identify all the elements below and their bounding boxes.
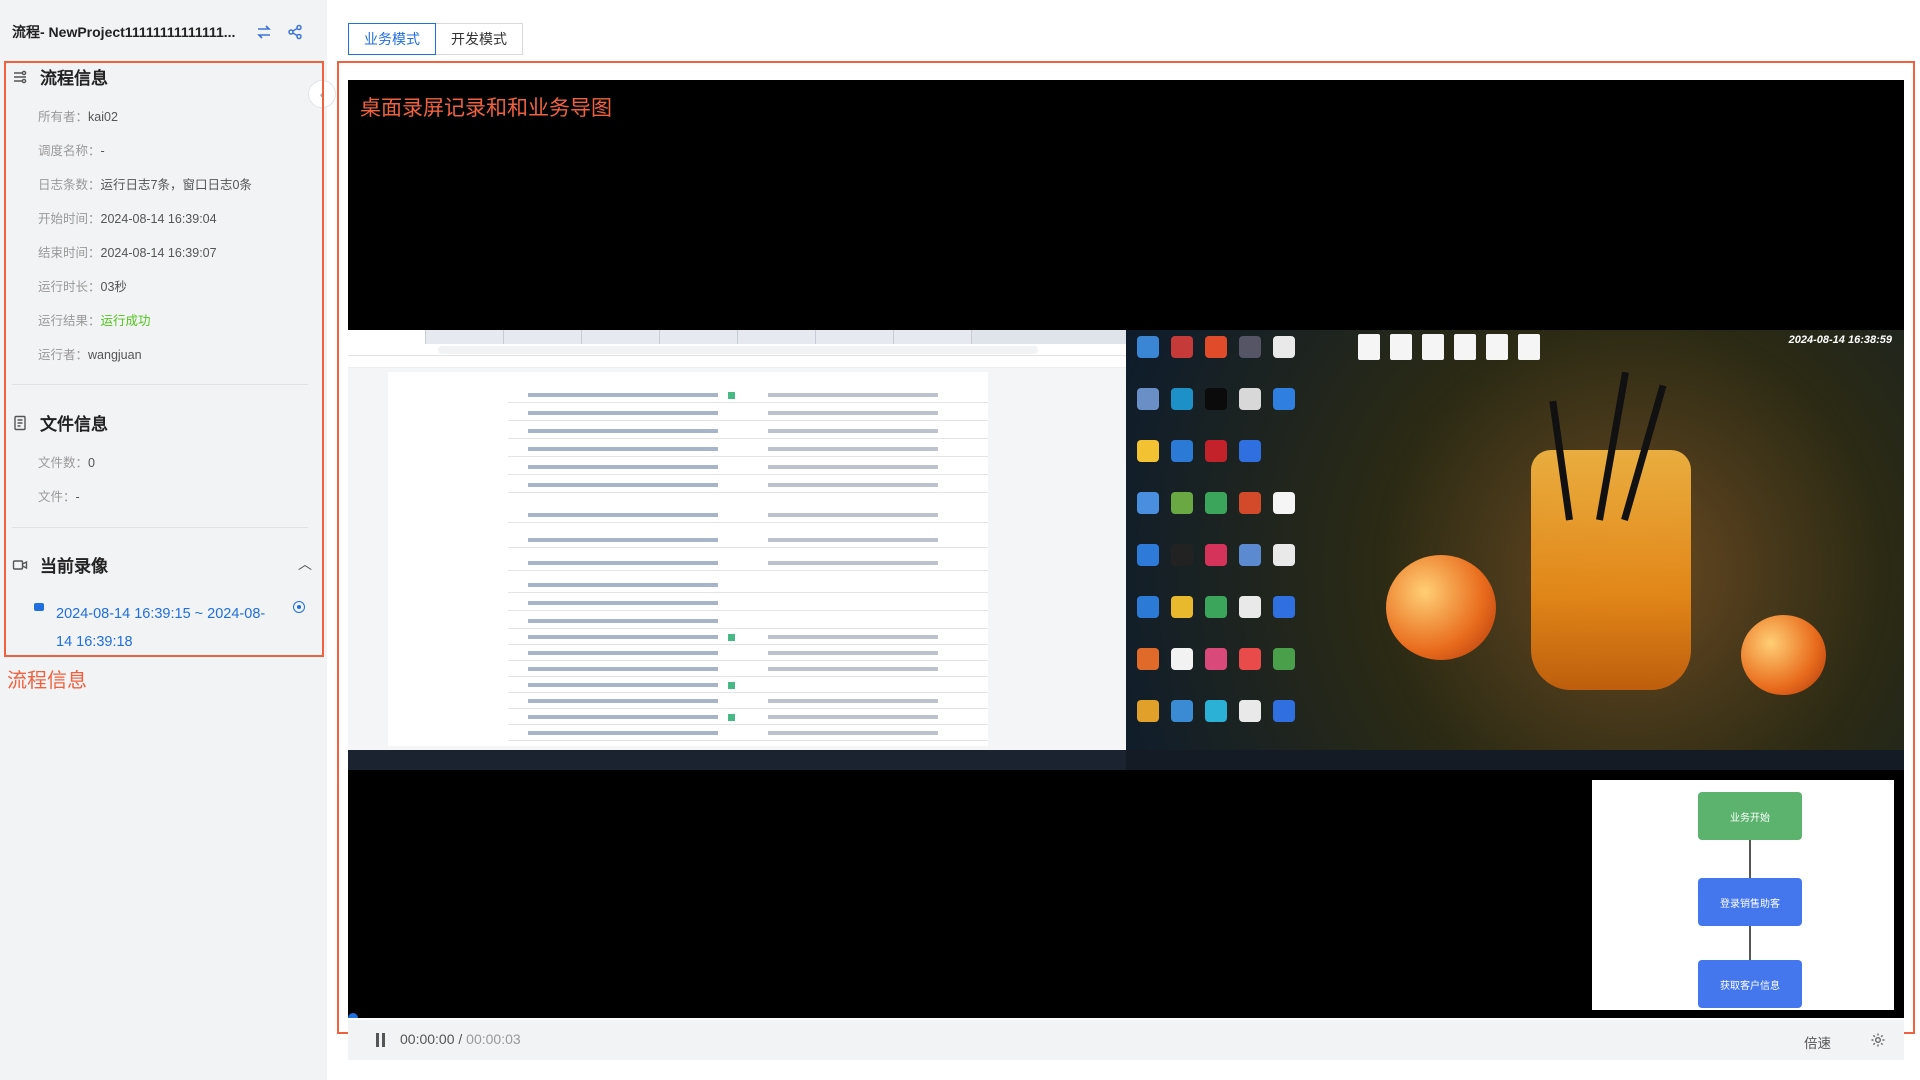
project-topbar: 流程- NewProject11111111111111... — [0, 0, 327, 64]
mode-tabs: 业务模式 开发模式 — [348, 23, 523, 55]
pause-icon[interactable] — [376, 1033, 386, 1047]
total-time: 00:00:03 — [466, 1031, 521, 1047]
current-time: 00:00:00 — [400, 1031, 455, 1047]
time-separator: / — [454, 1031, 467, 1047]
project-title: 流程- NewProject11111111111111... — [12, 24, 236, 40]
annotation-box-video — [337, 61, 1915, 1034]
annotation-process-info: 流程信息 — [7, 670, 87, 692]
tab-dev-mode[interactable]: 开发模式 — [436, 23, 523, 55]
gear-icon[interactable] — [1870, 1032, 1886, 1048]
annotation-box-left — [4, 61, 324, 657]
tab-business-mode[interactable]: 业务模式 — [348, 23, 436, 55]
time-display: 00:00:00 / 00:00:03 — [400, 1031, 521, 1047]
switch-icon[interactable] — [256, 24, 272, 40]
share-icon[interactable] — [287, 24, 303, 40]
speed-button[interactable]: 倍速 — [1804, 1032, 1831, 1052]
player-controls: 00:00:00 / 00:00:03 倍速 — [348, 1020, 1904, 1060]
